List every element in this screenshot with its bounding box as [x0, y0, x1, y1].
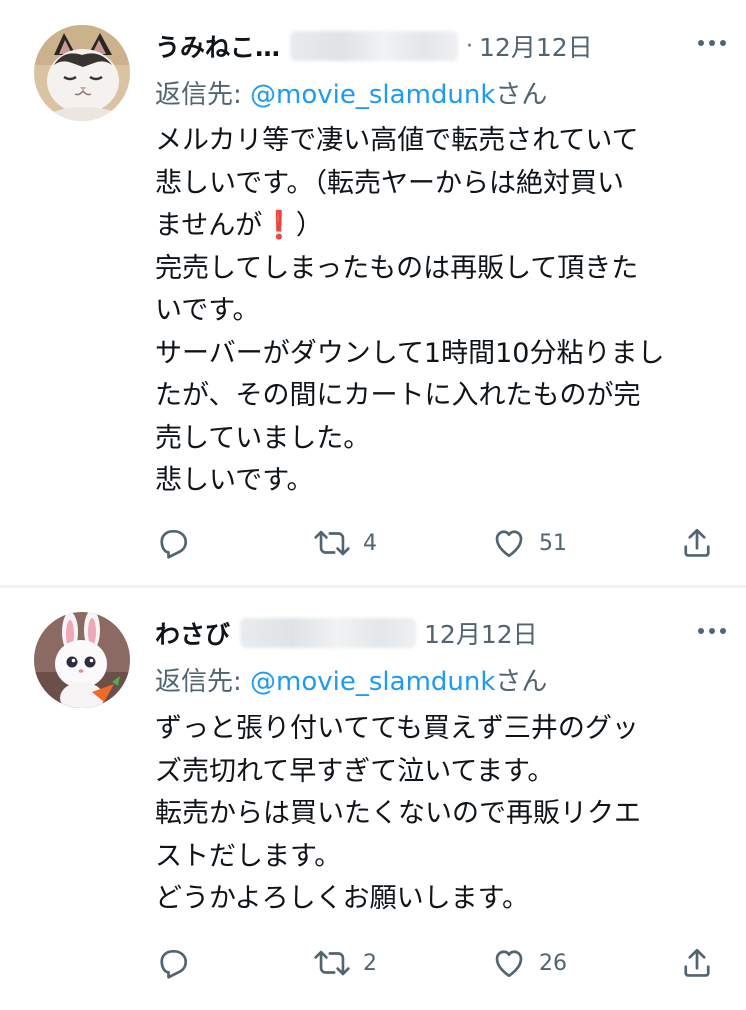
retweet-arrows-icon	[313, 945, 351, 981]
text-segment: ませんが	[155, 210, 263, 241]
reply-to-line: 返信先: @movie_slamdunkさん	[155, 661, 547, 698]
mention-link[interactable]: @movie_slamdunk	[250, 80, 495, 110]
text-line: 完売してしまったものは再販して頂きた	[155, 252, 639, 284]
action-bar: 2 26	[155, 943, 725, 983]
retweet-arrows-icon	[313, 525, 351, 561]
tweet-text: メルカリ等で凄い高値で転売されていて 悲しいです。（転売ヤーからは絶対買い ませ…	[155, 120, 735, 503]
reply-prefix: 返信先:	[155, 80, 251, 110]
tweet-date[interactable]: 12月12日	[479, 28, 593, 64]
text-segment: ）	[295, 210, 323, 241]
reply-bubble-icon	[155, 525, 191, 561]
like-count: 26	[539, 950, 567, 976]
text-line: 売していました。	[155, 422, 371, 454]
retweet-button[interactable]: 4	[313, 523, 377, 563]
text-line: 悲しいです。	[155, 465, 314, 496]
text-line: たが、その間にカートに入れたものが完	[155, 380, 641, 411]
share-button[interactable]	[679, 943, 715, 983]
text-line: ズ売切れて早すぎて泣いてます。	[155, 755, 555, 787]
more-options-button[interactable]	[692, 28, 732, 58]
action-bar: 4 51	[155, 523, 725, 563]
retweet-count: 4	[363, 530, 377, 556]
mention-link[interactable]: @movie_slamdunk	[250, 667, 495, 697]
text-line: メルカリ等で凄い高値で転売されていて	[155, 125, 639, 156]
separator-dot: ·	[466, 33, 474, 59]
reply-button[interactable]	[155, 523, 191, 563]
text-line: 悲しいです。（転売ヤーからは絶対買い	[155, 167, 624, 199]
more-options-button[interactable]	[692, 616, 732, 646]
tweet-text: ずっと張り付いてても買えず三井のグッ ズ売切れて早すぎて泣いてます。 転売からは…	[155, 708, 735, 921]
exclamation-emoji: ❗	[262, 210, 296, 241]
like-count: 51	[539, 530, 567, 556]
heart-icon	[491, 945, 527, 981]
heart-icon	[491, 525, 527, 561]
avatar-cat[interactable]	[34, 25, 130, 121]
blurred-handle	[290, 31, 459, 61]
like-button[interactable]: 26	[491, 943, 567, 983]
text-line: ずっと張り付いてても買えず三井のグッ	[155, 713, 639, 744]
more-dots-icon	[697, 627, 727, 635]
text-line: サーバーがダウンして1時間10分粘りまし	[155, 337, 665, 369]
reply-button[interactable]	[155, 943, 191, 983]
retweet-count: 2	[363, 950, 377, 976]
text-line: 転売からは買いたくないので再販リクエ	[155, 798, 641, 829]
text-line: ストだします。	[155, 840, 342, 872]
reply-suffix: さん	[495, 667, 548, 697]
display-name[interactable]: うみねこ…	[155, 28, 280, 64]
share-button[interactable]	[679, 523, 715, 563]
blurred-handle	[240, 618, 417, 648]
tweet-header: うみねこ… · 12月12日	[155, 24, 726, 68]
more-dots-icon	[697, 39, 727, 47]
text-line: いです。	[155, 295, 260, 326]
tweet-header: わさび 12月12日	[155, 611, 726, 655]
display-name[interactable]: わさび	[155, 615, 230, 651]
text-line: ませんが❗）	[155, 205, 735, 248]
reply-bubble-icon	[155, 945, 191, 981]
avatar-bunny[interactable]	[34, 612, 130, 708]
share-upload-icon	[679, 945, 715, 981]
text-line: どうかよろしくお願いします。	[155, 883, 529, 914]
share-upload-icon	[679, 525, 715, 561]
like-button[interactable]: 51	[491, 523, 567, 563]
retweet-button[interactable]: 2	[313, 943, 377, 983]
reply-to-line: 返信先: @movie_slamdunkさん	[155, 74, 547, 111]
tweet-card[interactable]: わさび 12月12日 返信先: @movie_slamdunkさん ずっと張り付…	[0, 588, 746, 1010]
tweet-date[interactable]: 12月12日	[424, 615, 538, 651]
reply-prefix: 返信先:	[155, 667, 251, 697]
reply-suffix: さん	[495, 80, 548, 110]
tweet-card[interactable]: うみねこ… · 12月12日 返信先: @movie_slamdunkさん メル…	[0, 0, 746, 585]
